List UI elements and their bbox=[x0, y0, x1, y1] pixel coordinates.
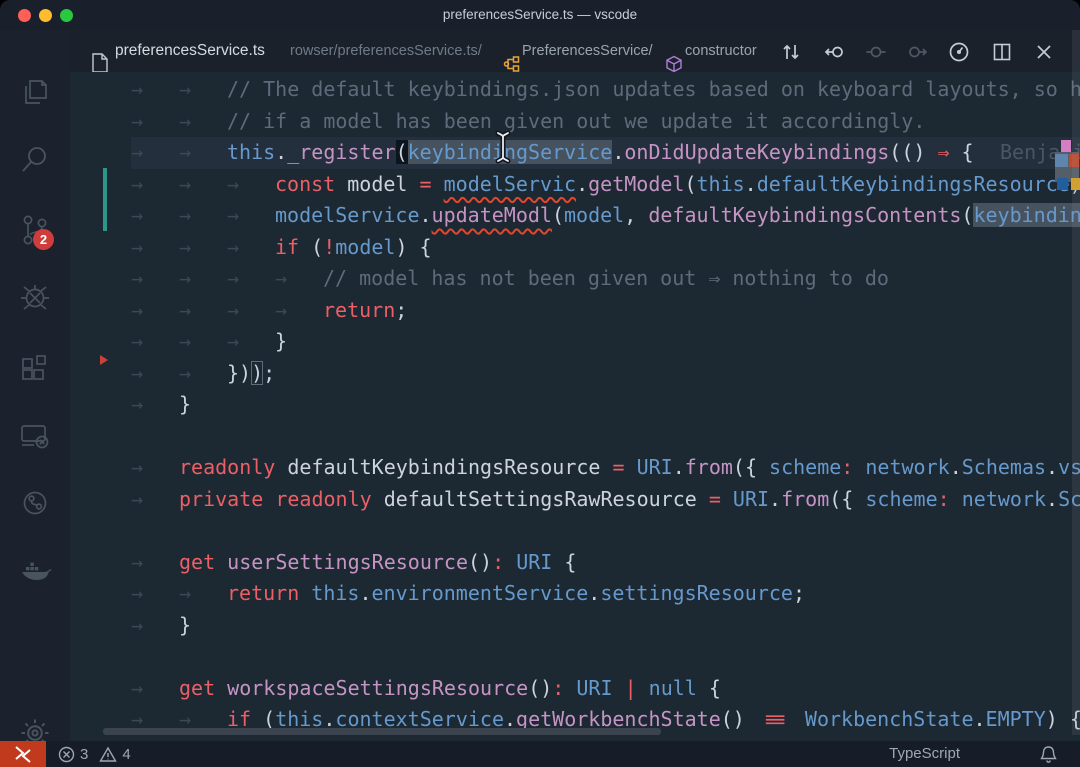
code-line[interactable] bbox=[131, 421, 1080, 453]
previous-change-icon[interactable] bbox=[823, 41, 845, 63]
text-ibeam-cursor bbox=[494, 130, 512, 164]
code-line[interactable]: →→})); bbox=[131, 358, 1080, 390]
code-line[interactable]: →→→→// model has not been given out ⇒ no… bbox=[131, 263, 1080, 295]
vertical-scrollbar[interactable] bbox=[1072, 30, 1080, 735]
extensions-icon[interactable] bbox=[18, 351, 52, 385]
notifications-bell-icon[interactable] bbox=[1039, 744, 1058, 764]
decoration-block-steel bbox=[1055, 154, 1068, 167]
breadcrumb-constructor[interactable]: constructor bbox=[685, 30, 757, 72]
code-line[interactable]: →→// if a model has been given out we up… bbox=[131, 106, 1080, 138]
remote-icon bbox=[12, 743, 34, 765]
breadcrumb-file-name[interactable]: preferencesService.ts bbox=[115, 30, 265, 72]
warning-icon bbox=[99, 746, 117, 763]
code-line[interactable]: →→return this.environmentService.setting… bbox=[131, 578, 1080, 610]
code-line[interactable]: →get userSettingsResource(): URI { bbox=[131, 547, 1080, 579]
decoration-block-blue bbox=[1057, 178, 1068, 190]
code-line[interactable]: →→this._register(keybindingService.onDid… bbox=[131, 137, 1080, 169]
breadcrumb-path[interactable]: rowser/preferencesService.ts/ bbox=[290, 30, 482, 72]
code-line[interactable]: →get workspaceSettingsResource(): URI | … bbox=[131, 673, 1080, 705]
modified-lines-gutter-indicator bbox=[103, 168, 107, 231]
warning-count: 4 bbox=[122, 746, 130, 763]
docker-icon[interactable] bbox=[18, 555, 52, 589]
problems-status[interactable]: 3 4 bbox=[58, 741, 131, 767]
file-history-icon[interactable] bbox=[948, 41, 970, 63]
vscode-window: preferencesService.ts — vscode bbox=[0, 0, 1080, 767]
code-line[interactable]: →→→if (!model) { bbox=[131, 232, 1080, 264]
code-line[interactable]: →→→→return; bbox=[131, 295, 1080, 327]
code-line[interactable]: →→// The default keybindings.json update… bbox=[131, 74, 1080, 106]
code-line[interactable] bbox=[131, 515, 1080, 547]
remote-indicator[interactable] bbox=[0, 741, 46, 767]
activity-bar: 2 bbox=[0, 30, 70, 741]
code-editor[interactable]: →→// The default keybindings.json update… bbox=[70, 72, 1080, 741]
error-count: 3 bbox=[80, 746, 88, 763]
decoration-block-pink bbox=[1061, 140, 1071, 152]
gitlens-icon[interactable] bbox=[18, 486, 52, 520]
close-editor-icon[interactable] bbox=[1033, 41, 1055, 63]
language-mode[interactable]: TypeScript bbox=[889, 741, 960, 767]
error-icon bbox=[58, 746, 75, 763]
code-line[interactable]: →→→modelService.updateModl(model, defaul… bbox=[131, 200, 1080, 232]
code-line[interactable]: →private readonly defaultSettingsRawReso… bbox=[131, 484, 1080, 516]
split-editor-icon[interactable] bbox=[991, 41, 1013, 63]
status-bar: 3 4 TypeScript bbox=[0, 741, 1080, 767]
scm-pending-changes-badge: 2 bbox=[33, 229, 54, 250]
remote-window-icon[interactable] bbox=[18, 419, 52, 453]
breadcrumb-class[interactable]: PreferencesService/ bbox=[522, 30, 653, 72]
code-area[interactable]: →→// The default keybindings.json update… bbox=[70, 72, 1080, 741]
code-line[interactable]: →→→} bbox=[131, 326, 1080, 358]
titlebar: preferencesService.ts — vscode bbox=[0, 0, 1080, 30]
editor-title-bar: preferencesService.ts rowser/preferences… bbox=[70, 30, 1080, 72]
horizontal-scrollbar[interactable] bbox=[103, 728, 661, 735]
change-indicator-icon[interactable] bbox=[865, 41, 887, 63]
search-icon[interactable] bbox=[18, 143, 52, 177]
debug-icon[interactable] bbox=[18, 281, 52, 315]
code-line[interactable]: →} bbox=[131, 610, 1080, 642]
compare-changes-icon[interactable] bbox=[780, 41, 802, 63]
gutter-marker-arrow bbox=[100, 355, 108, 365]
window-title: preferencesService.ts — vscode bbox=[0, 0, 1080, 30]
code-line[interactable]: →} bbox=[131, 389, 1080, 421]
code-line[interactable]: →→→const model = modelServic.getModel(th… bbox=[131, 169, 1080, 201]
code-line[interactable]: →readonly defaultKeybindingsResource = U… bbox=[131, 452, 1080, 484]
code-line[interactable] bbox=[131, 641, 1080, 673]
explorer-icon[interactable] bbox=[18, 75, 52, 109]
next-change-icon[interactable] bbox=[907, 41, 929, 63]
